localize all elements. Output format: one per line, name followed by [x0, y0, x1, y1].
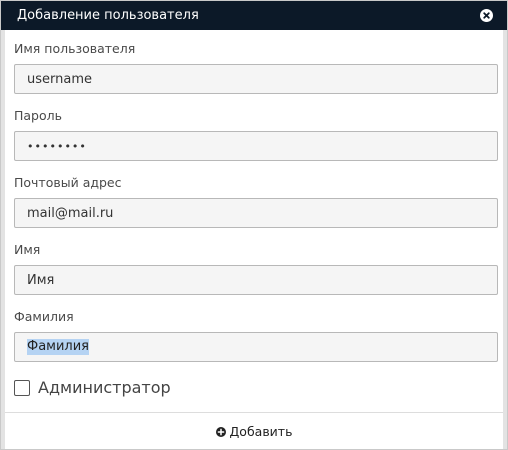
left-border-strip — [1, 30, 5, 449]
right-border-strip — [503, 30, 507, 449]
first-name-label: Имя — [14, 242, 41, 257]
admin-checkbox-label: Администратор — [38, 378, 171, 397]
plus-circle-icon — [215, 426, 226, 437]
password-label: Пароль — [14, 108, 62, 123]
add-user-dialog: Добавление пользователя Имя пользователя… — [0, 0, 508, 450]
username-label: Имя пользователя — [14, 41, 136, 56]
email-field[interactable] — [14, 198, 498, 228]
username-field[interactable] — [14, 64, 498, 94]
admin-checkbox[interactable] — [14, 380, 30, 396]
dialog-titlebar: Добавление пользователя — [1, 1, 507, 30]
add-button-content: Добавить — [5, 413, 503, 449]
close-icon[interactable] — [480, 9, 493, 22]
last-name-label: Фамилия — [14, 309, 74, 324]
add-user-button[interactable]: Добавить — [5, 413, 503, 449]
last-name-field[interactable]: Фамилия — [14, 332, 498, 362]
last-name-selected-value: Фамилия — [27, 339, 89, 355]
first-name-field[interactable] — [14, 265, 498, 295]
email-label: Почтовый адрес — [14, 175, 122, 190]
password-field[interactable] — [14, 131, 498, 161]
add-button-label: Добавить — [229, 423, 293, 439]
dialog-title: Добавление пользователя — [17, 8, 199, 23]
